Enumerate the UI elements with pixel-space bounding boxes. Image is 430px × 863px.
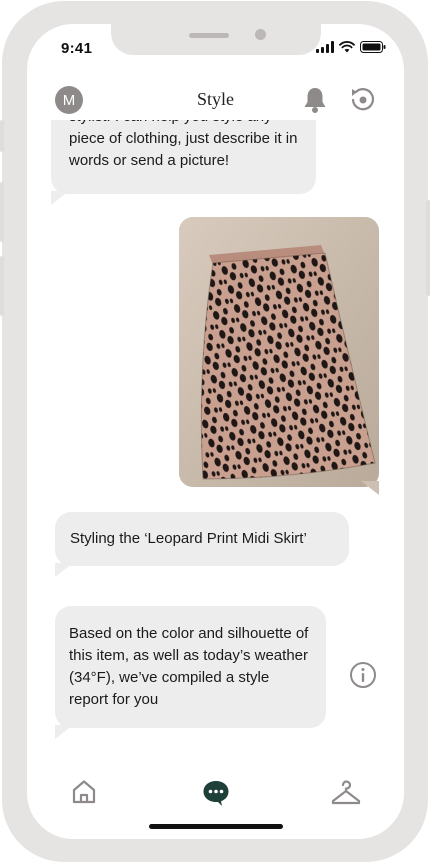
side-button-mute	[0, 120, 4, 152]
reset-icon[interactable]	[349, 86, 377, 119]
leopard-print-midi-skirt-photo[interactable]	[179, 217, 379, 487]
style-report-message: Based on the color and silhouette of thi…	[55, 606, 326, 739]
message-text: Based on the color and silhouette of thi…	[69, 625, 309, 708]
battery-icon	[360, 41, 386, 53]
app-header: M Style	[27, 80, 404, 120]
tab-wardrobe[interactable]	[330, 778, 362, 811]
bubble-tail	[55, 725, 73, 739]
styling-item-message: Styling the ‘Leopard Print Midi Skirt’	[55, 512, 349, 577]
chat-icon	[203, 781, 229, 806]
home-icon	[72, 780, 96, 804]
info-icon[interactable]	[349, 661, 377, 694]
notch	[111, 24, 321, 55]
hanger-icon	[331, 780, 361, 805]
side-button-volume-down	[0, 256, 4, 316]
front-camera	[255, 29, 266, 40]
side-button-volume-up	[0, 182, 4, 242]
message-text: Styling the ‘Leopard Print Midi Skirt’	[70, 530, 307, 547]
bubble-tail	[51, 191, 69, 205]
home-indicator[interactable]	[149, 824, 283, 829]
status-icons	[316, 41, 386, 53]
tab-chat[interactable]	[201, 778, 231, 813]
signal-icon	[316, 41, 334, 53]
skirt-image	[179, 217, 379, 487]
tab-home[interactable]	[70, 778, 98, 811]
image-bubble-tail	[361, 481, 379, 495]
wifi-icon	[339, 41, 355, 53]
bubble-tail	[55, 563, 73, 577]
bell-icon[interactable]	[302, 86, 328, 119]
side-button-power	[426, 200, 430, 296]
phone-screen: stylist! I can help you style any piece …	[27, 24, 404, 839]
page-title: Style	[196, 89, 234, 109]
status-time: 9:41	[61, 40, 93, 57]
speaker	[189, 33, 229, 38]
